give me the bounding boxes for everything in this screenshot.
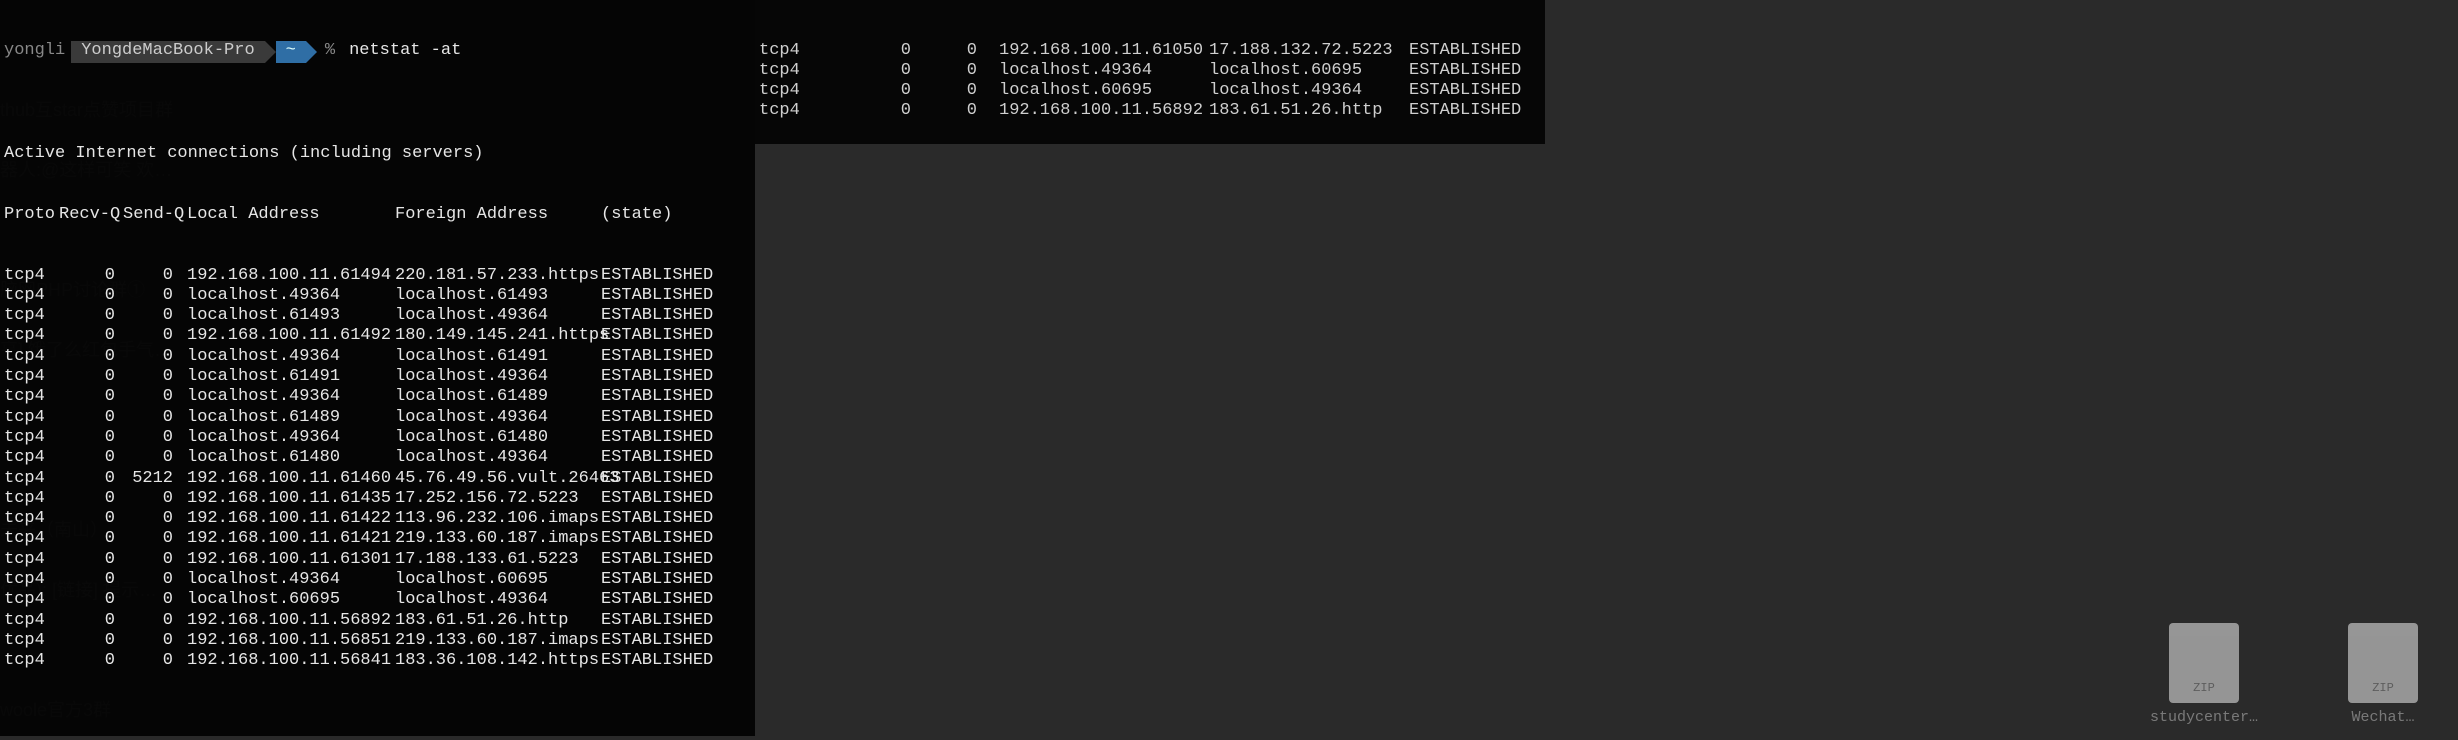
file-icon: Wechat… <box>2348 623 2418 726</box>
table-row: tcp400192.168.100.11.61494220.181.57.233… <box>4 266 751 286</box>
table-row: tcp400192.168.100.11.6130117.188.133.61.… <box>4 550 751 570</box>
table-row: tcp400localhost.61480localhost.49364ESTA… <box>4 448 751 468</box>
prompt-line: yongli YongdeMacBook-Pro ~ % netstat -at <box>0 41 755 63</box>
prompt-user: yongli <box>0 41 71 63</box>
table-row: tcp400localhost.49364localhost.61480ESTA… <box>4 428 751 448</box>
column-headers: ProtoRecv-QSend-QLocal AddressForeign Ad… <box>4 205 751 225</box>
table-row: tcp400192.168.100.11.56851219.133.60.187… <box>4 631 751 651</box>
terminal-window-secondary[interactable]: tcp400192.168.100.11.6105017.188.132.72.… <box>755 0 1545 144</box>
table-row: tcp400localhost.49364localhost.61491ESTA… <box>4 347 751 367</box>
file-icon: studycenter… <box>2150 623 2258 726</box>
table-row: tcp400localhost.60695localhost.49364ESTA… <box>4 590 751 610</box>
table-row: tcp400localhost.49364localhost.60695ESTA… <box>759 61 1541 81</box>
prompt-symbol: % <box>317 41 343 61</box>
terminal-window[interactable]: yongli YongdeMacBook-Pro ~ % netstat -at… <box>0 0 755 736</box>
table-row: tcp400192.168.100.11.61421219.133.60.187… <box>4 529 751 549</box>
table-row: tcp400192.168.100.11.56892183.61.51.26.h… <box>759 101 1541 121</box>
table-row: tcp400localhost.49364localhost.61493ESTA… <box>4 286 751 306</box>
table-row: tcp400192.168.100.11.61422113.96.232.106… <box>4 509 751 529</box>
table-row: tcp400localhost.61491localhost.49364ESTA… <box>4 367 751 387</box>
output-header: Active Internet connections (including s… <box>4 144 751 164</box>
file-label: studycenter… <box>2150 709 2258 726</box>
table-row: tcp400192.168.100.11.61492180.149.145.24… <box>4 326 751 346</box>
table-row: tcp400192.168.100.11.56841183.36.108.142… <box>4 651 751 671</box>
prompt-host: YongdeMacBook-Pro <box>71 41 264 63</box>
table-row: tcp400localhost.60695localhost.49364ESTA… <box>759 81 1541 101</box>
background-file-icons: studycenter… Wechat… <box>2150 623 2418 726</box>
file-label: Wechat… <box>2351 709 2414 726</box>
command-text: netstat -at <box>343 41 461 61</box>
table-row: tcp400192.168.100.11.56892183.61.51.26.h… <box>4 611 751 631</box>
table-row: tcp400192.168.100.11.6105017.188.132.72.… <box>759 41 1541 61</box>
table-row: tcp400localhost.49364localhost.61489ESTA… <box>4 387 751 407</box>
table-row: tcp400localhost.61493localhost.49364ESTA… <box>4 306 751 326</box>
prompt-path: ~ <box>276 41 306 63</box>
table-row: tcp400localhost.61489localhost.49364ESTA… <box>4 408 751 428</box>
table-row: tcp405212192.168.100.11.6146045.76.49.56… <box>4 469 751 489</box>
table-row: tcp400localhost.49364localhost.60695ESTA… <box>4 570 751 590</box>
table-row: tcp400192.168.100.11.6143517.252.156.72.… <box>4 489 751 509</box>
